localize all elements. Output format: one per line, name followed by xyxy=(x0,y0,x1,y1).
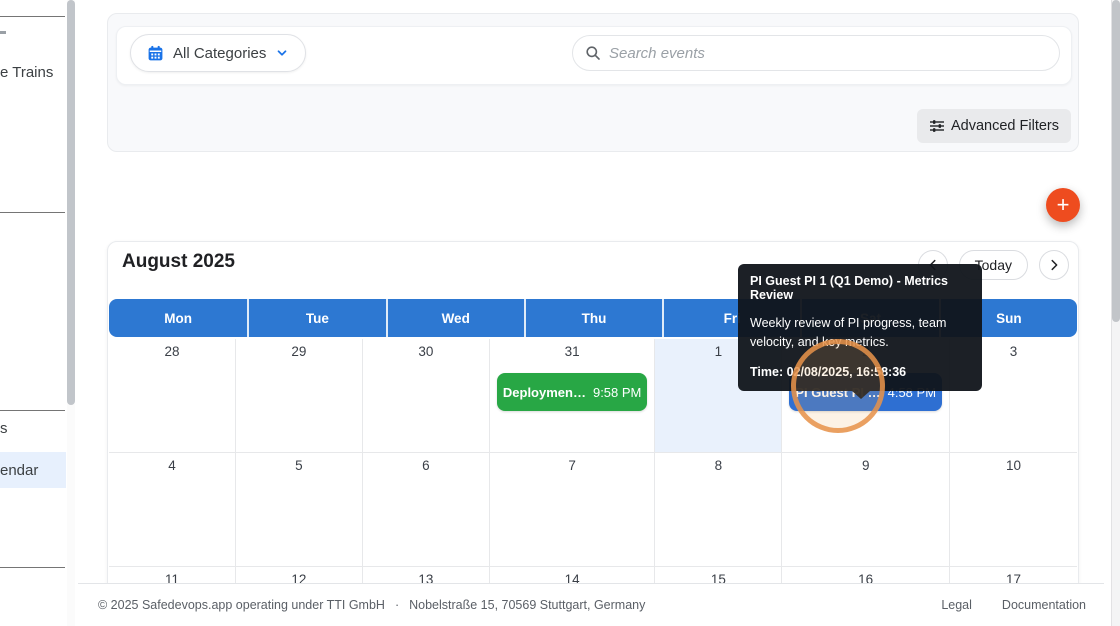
search-input[interactable] xyxy=(609,44,1047,62)
calendar-cell-6[interactable]: 6 xyxy=(362,453,490,567)
day-header-tue: Tue xyxy=(247,299,385,337)
sidebar-item-release-trains[interactable]: e Trains xyxy=(0,64,53,81)
next-month-button[interactable] xyxy=(1039,250,1069,280)
calendar-cell-10[interactable]: 10 xyxy=(950,453,1077,567)
date-number: 28 xyxy=(164,344,180,359)
sidebar-item-fragment xyxy=(0,31,6,34)
category-filter-button[interactable]: All Categories xyxy=(130,34,307,72)
calendar-cell-4[interactable]: 4 xyxy=(109,453,236,567)
sidebar-item-calendar-label: endar xyxy=(0,461,39,479)
sidebar-scrollbar[interactable] xyxy=(67,0,75,626)
calendar-cell-9[interactable]: 9 xyxy=(782,453,951,567)
search-icon xyxy=(585,45,601,61)
footer-address: Nobelstraße 15, 70569 Stuttgart, Germany xyxy=(409,598,646,612)
date-number: 9 xyxy=(861,458,870,473)
calendar-month-title: August 2025 xyxy=(122,251,235,272)
event-tooltip: PI Guest PI 1 (Q1 Demo) - Metrics Review… xyxy=(738,264,982,399)
page-scrollbar[interactable] xyxy=(1111,0,1120,626)
date-number: 31 xyxy=(564,344,580,359)
calendar-icon xyxy=(147,45,164,62)
footer-separator: · xyxy=(394,598,400,612)
date-number: 30 xyxy=(418,344,434,359)
day-header-thu: Thu xyxy=(523,299,662,337)
documentation-link[interactable]: Documentation xyxy=(1002,598,1086,612)
tooltip-time: Time: 02/08/2025, 16:58:36 xyxy=(750,364,907,379)
date-number: 7 xyxy=(568,458,576,473)
date-number: 6 xyxy=(422,458,430,473)
advanced-filters-label: Advanced Filters xyxy=(951,118,1059,134)
legal-link[interactable]: Legal xyxy=(941,598,972,612)
category-filter-label: All Categories xyxy=(173,44,267,62)
event-pill[interactable]: Deploymen… 9:58 PM xyxy=(496,373,648,411)
tooltip-title: PI Guest PI 1 (Q1 Demo) - Metrics Review xyxy=(750,274,948,302)
sidebar: e Trains s endar xyxy=(0,0,66,626)
search-box xyxy=(572,35,1060,71)
day-header-mon: Mon xyxy=(164,310,193,326)
chevron-down-icon xyxy=(275,46,289,60)
calendar-cell-5[interactable]: 5 xyxy=(235,453,363,567)
page-scrollbar-thumb[interactable] xyxy=(1112,0,1120,322)
advanced-filters-button[interactable]: Advanced Filters xyxy=(917,109,1071,143)
tooltip-description: Weekly review of PI progress, team veloc… xyxy=(750,316,947,350)
footer-copyright: © 2025 Safedevops.app operating under TT… xyxy=(98,598,385,612)
event-time: 9:58 PM xyxy=(592,384,642,400)
calendar-cell-7[interactable]: 7 xyxy=(489,453,656,567)
date-number: 10 xyxy=(1005,458,1022,473)
day-header-wed: Wed xyxy=(385,299,524,337)
calendar-cell-29[interactable]: 29 xyxy=(235,339,363,453)
footer: © 2025 Safedevops.app operating under TT… xyxy=(78,583,1104,626)
sidebar-divider xyxy=(0,567,65,568)
sidebar-divider xyxy=(0,212,65,213)
calendar-cell-8[interactable]: 8 xyxy=(655,453,783,567)
add-event-button[interactable]: + xyxy=(1046,188,1080,222)
date-number: 8 xyxy=(714,458,723,473)
calendar-cell-31[interactable]: 31 Deploymen… 9:58 PM xyxy=(489,339,656,453)
date-number: 4 xyxy=(168,458,176,473)
filter-toolbar: All Categories xyxy=(116,26,1072,85)
sidebar-divider xyxy=(0,16,65,17)
date-number: 5 xyxy=(295,458,303,473)
sidebar-divider xyxy=(0,410,65,411)
calendar-cell-30[interactable]: 30 xyxy=(362,339,490,453)
chevron-right-icon xyxy=(1047,258,1061,272)
filter-card: All Categories Search events Advanced Fi… xyxy=(107,13,1079,152)
event-title: Deploymen… xyxy=(502,384,586,400)
calendar-cell-28[interactable]: 28 xyxy=(109,339,236,453)
sidebar-scrollbar-thumb[interactable] xyxy=(67,0,75,405)
sidebar-item-calendar[interactable]: endar xyxy=(0,452,66,488)
sliders-icon xyxy=(929,118,945,134)
app-root: e Trains s endar All Categories Search e… xyxy=(0,0,1120,626)
sidebar-section-heading: s xyxy=(0,420,8,437)
date-number: 29 xyxy=(291,344,307,359)
